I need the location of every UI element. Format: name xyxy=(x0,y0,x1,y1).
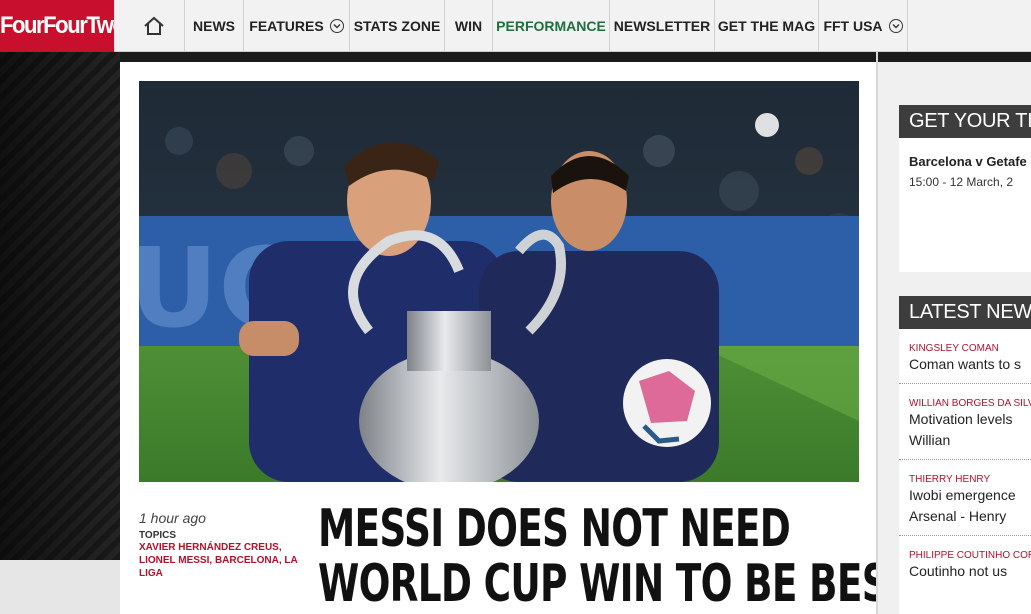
nav-performance-label: PERFORMANCE xyxy=(496,18,606,34)
nav-performance[interactable]: PERFORMANCE xyxy=(493,0,610,52)
topics-label: TOPICS xyxy=(139,530,177,541)
nav-stats-zone-label: STATS ZONE xyxy=(353,18,441,34)
top-nav: FourFourTwo NEWS FEATURES STATS ZONE WIN… xyxy=(0,0,1031,52)
news-title-cont: Willian xyxy=(909,432,951,448)
background-shade xyxy=(0,52,120,614)
nav-features-label: FEATURES xyxy=(249,18,324,34)
article-meta: 1 hour ago TOPICS XAVIER HERNÁNDEZ CREUS… xyxy=(139,510,304,580)
nav-fft-usa-label: FFT USA xyxy=(823,18,883,34)
news-item[interactable]: PHILIPPE COUTINHO CORR Coutinho not us xyxy=(899,536,1031,590)
nav-win-label: WIN xyxy=(454,18,483,34)
topics-list[interactable]: XAVIER HERNÁNDEZ CREUS, LIONEL MESSI, BA… xyxy=(139,541,304,580)
news-item[interactable]: THIERRY HENRY Iwobi emergence Arsenal - … xyxy=(899,460,1031,536)
nav-features[interactable]: FEATURES xyxy=(244,0,350,52)
chevron-down-icon xyxy=(888,19,903,33)
latest-news-widget: LATEST NEWS KINGSLEY COMAN Coman wants t… xyxy=(899,296,1031,614)
nav-stats-zone[interactable]: STATS ZONE xyxy=(350,0,445,52)
nav-win[interactable]: WIN xyxy=(445,0,493,52)
ticket-time: 15:00 - 12 March, 2 xyxy=(909,175,1014,189)
ticket-match[interactable]: Barcelona v Getafe xyxy=(909,154,1031,169)
nav-menu: NEWS FEATURES STATS ZONE WIN PERFORMANCE… xyxy=(185,0,908,52)
article-card: UC 1 hour ago TOPICS XAVIER HERNÁNDEZ CR… xyxy=(120,62,913,614)
site-logo[interactable]: FourFourTwo xyxy=(0,0,115,52)
nav-get-the-mag-label: GET THE MAG xyxy=(717,18,816,34)
nav-fft-usa[interactable]: FFT USA xyxy=(819,0,908,52)
tickets-heading: GET YOUR TIC xyxy=(899,105,1031,138)
headline-line-1: MESSI DOES NOT NEED xyxy=(318,499,791,559)
news-tag: KINGSLEY COMAN xyxy=(909,343,999,354)
news-title: Iwobi emergence xyxy=(909,487,1016,503)
background-bottom xyxy=(0,560,120,614)
home-button[interactable] xyxy=(124,0,185,52)
tickets-widget: GET YOUR TIC Barcelona v Getafe 15:00 - … xyxy=(899,105,1031,272)
headline-line-2: WORLD CUP WIN TO BE BEST xyxy=(318,554,913,614)
news-tag: WILLIAN BORGES DA SILVA xyxy=(909,398,1031,409)
nav-newsletter[interactable]: NEWSLETTER xyxy=(610,0,715,52)
news-title-cont: Arsenal - Henry xyxy=(909,508,1007,524)
home-icon xyxy=(144,16,164,35)
news-item[interactable]: KINGSLEY COMAN Coman wants to s xyxy=(899,329,1031,384)
news-title: Coman wants to s xyxy=(909,356,1022,372)
news-tag: THIERRY HENRY xyxy=(909,474,991,485)
article-time: 1 hour ago xyxy=(139,510,206,526)
hero-image: UC xyxy=(139,81,859,482)
nav-news-label: NEWS xyxy=(193,18,235,34)
nav-news[interactable]: NEWS xyxy=(185,0,244,52)
sidebar-divider xyxy=(876,52,878,614)
article-headline: MESSI DOES NOT NEED WORLD CUP WIN TO BE … xyxy=(318,499,913,614)
nav-get-the-mag[interactable]: GET THE MAG xyxy=(715,0,819,52)
news-item[interactable]: WILLIAN BORGES DA SILVA Motivation level… xyxy=(899,384,1031,460)
news-title: Motivation levels xyxy=(909,411,1013,427)
chevron-down-icon xyxy=(329,19,344,33)
nav-newsletter-label: NEWSLETTER xyxy=(613,18,711,34)
news-title: Coutinho not us xyxy=(909,563,1008,579)
news-tag: PHILIPPE COUTINHO CORR xyxy=(909,550,1031,561)
hero-photo: UC xyxy=(139,81,859,482)
latest-news-heading: LATEST NEWS xyxy=(899,296,1031,329)
